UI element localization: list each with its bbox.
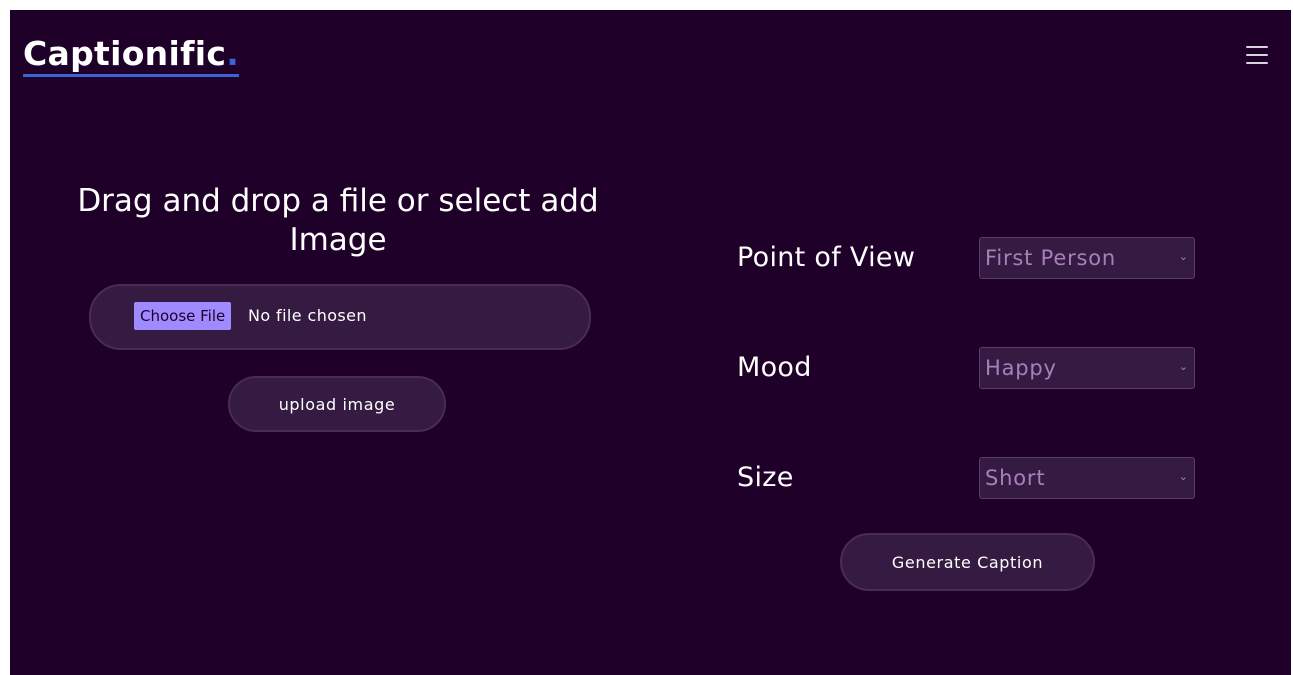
- chevron-down-icon: ⌄: [1178, 250, 1188, 263]
- mood-select[interactable]: Happy ⌄: [979, 347, 1195, 389]
- mood-selected-value: Happy: [985, 356, 1057, 380]
- menu-bar-top: [1246, 46, 1268, 48]
- logo-text: Captionific: [23, 34, 227, 73]
- menu-bar-bottom: [1246, 62, 1268, 64]
- mood-label: Mood: [737, 352, 812, 383]
- generate-caption-button[interactable]: Generate Caption: [840, 533, 1095, 591]
- file-status-text: No file chosen: [248, 306, 367, 325]
- point-of-view-label: Point of View: [737, 242, 916, 273]
- choose-file-button[interactable]: Choose File: [134, 302, 232, 330]
- point-of-view-selected-value: First Person: [985, 246, 1117, 270]
- upload-image-button[interactable]: upload image: [228, 376, 446, 432]
- chevron-down-icon: ⌄: [1178, 470, 1188, 483]
- size-selected-value: Short: [985, 466, 1046, 490]
- hamburger-menu-icon[interactable]: [1246, 46, 1268, 64]
- size-select[interactable]: Short ⌄: [979, 457, 1195, 499]
- app-container: Captionific. Drag and drop a file or sel…: [10, 10, 1291, 675]
- file-input-area[interactable]: Choose File No file chosen: [89, 284, 591, 350]
- menu-bar-middle: [1246, 54, 1268, 56]
- chevron-down-icon: ⌄: [1178, 360, 1188, 373]
- size-label: Size: [737, 462, 794, 493]
- point-of-view-select[interactable]: First Person ⌄: [979, 237, 1195, 279]
- logo-dot: .: [226, 34, 240, 73]
- app-logo[interactable]: Captionific.: [23, 34, 240, 77]
- upload-title: Drag and drop a file or select add Image: [77, 183, 599, 258]
